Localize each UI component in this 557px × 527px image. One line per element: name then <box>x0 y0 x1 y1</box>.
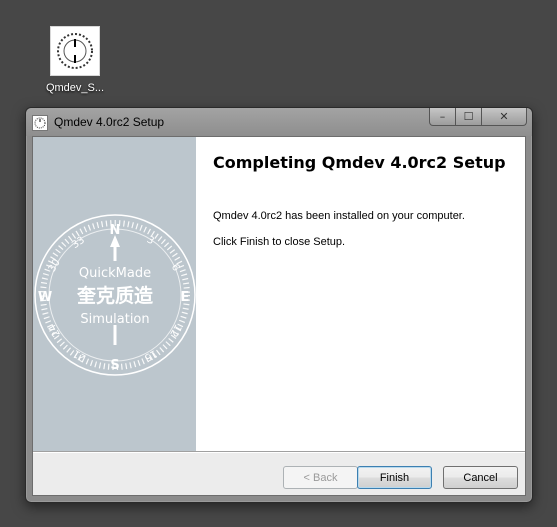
tick-6: 6 <box>169 262 182 273</box>
app-icon <box>32 115 48 131</box>
tick-21: 21 <box>71 347 88 363</box>
tick-24: 24 <box>47 322 63 339</box>
maximize-button[interactable]: ☐ <box>456 108 482 126</box>
close-button[interactable]: ✕ <box>482 108 527 126</box>
setup-window: Qmdev 4.0rc2 Setup – ☐ ✕ N E S W 33 3 6 … <box>25 107 533 503</box>
quickmade-logo: N E S W 33 3 6 12 15 21 24 30 QuickMade … <box>34 214 196 376</box>
cancel-button[interactable]: Cancel <box>443 466 518 489</box>
wizard-content: Completing Qmdev 4.0rc2 Setup Qmdev 4.0r… <box>196 137 525 451</box>
wizard-client: N E S W 33 3 6 12 15 21 24 30 QuickMade … <box>32 136 526 496</box>
finish-button[interactable]: Finish <box>357 466 432 489</box>
close-instruction-text: Click Finish to close Setup. <box>213 236 346 248</box>
tick-15: 15 <box>142 347 159 363</box>
tick-30: 30 <box>47 257 63 274</box>
tick-12: 12 <box>167 322 183 339</box>
logo-simulation: Simulation <box>80 312 149 327</box>
title-bar[interactable]: Qmdev 4.0rc2 Setup – ☐ ✕ <box>26 108 532 136</box>
compass-n: N <box>110 223 121 238</box>
wizard-sidebar: N E S W 33 3 6 12 15 21 24 30 QuickMade … <box>33 137 196 451</box>
back-button[interactable]: < Back <box>283 466 358 489</box>
button-separator <box>33 451 525 453</box>
compass-s: S <box>110 358 119 373</box>
compass-e: E <box>181 290 190 305</box>
minimize-button[interactable]: – <box>429 108 456 126</box>
compass-icon <box>50 26 100 76</box>
install-complete-text: Qmdev 4.0rc2 has been installed on your … <box>213 210 465 222</box>
close-icon: ✕ <box>499 110 509 123</box>
tick-33: 33 <box>70 235 87 251</box>
logo-chinese-name: 奎克质造 <box>76 284 154 307</box>
desktop-shortcut-label: Qmdev_S... <box>45 82 105 94</box>
maximize-icon: ☐ <box>463 110 474 123</box>
window-title: Qmdev 4.0rc2 Setup <box>54 115 165 129</box>
compass-w: W <box>38 290 52 305</box>
page-title: Completing Qmdev 4.0rc2 Setup <box>213 153 506 172</box>
minimize-icon: – <box>439 110 446 123</box>
logo-quickmade: QuickMade <box>79 266 151 281</box>
desktop-shortcut[interactable]: Qmdev_S... <box>38 26 112 94</box>
